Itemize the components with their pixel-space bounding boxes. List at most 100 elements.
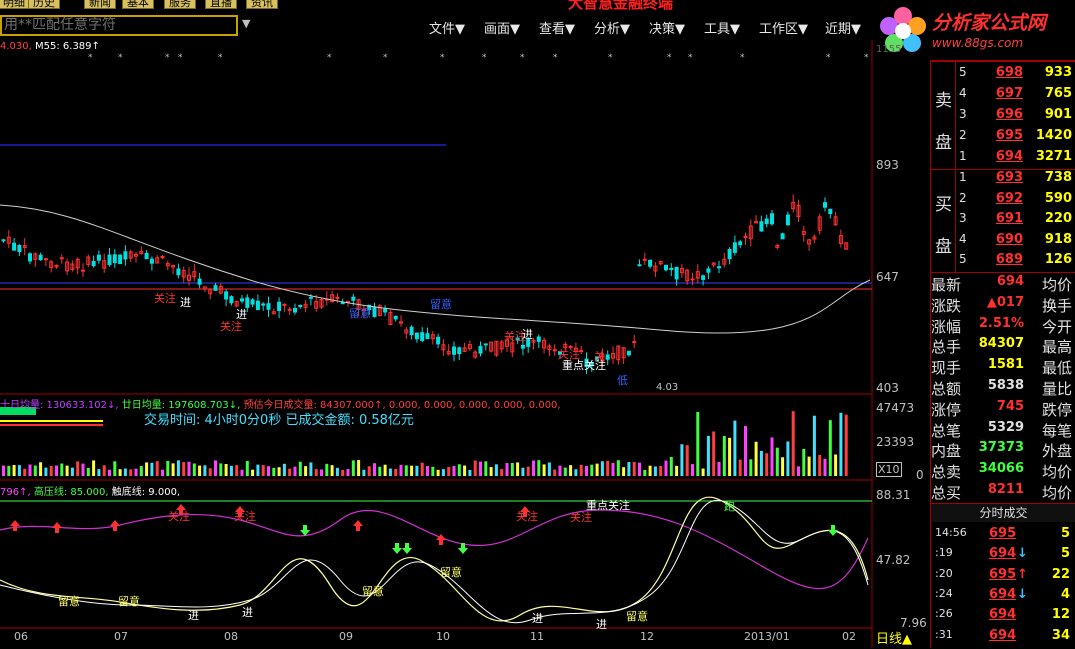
volume-bar xyxy=(420,462,424,476)
menu-item-3[interactable]: 分析▼ xyxy=(594,18,630,37)
toolbar-button-3[interactable]: 基本 xyxy=(122,0,154,9)
candle-body xyxy=(393,315,398,320)
stat-right-label: 外盘 xyxy=(1041,442,1072,461)
tick-price: 694 xyxy=(989,546,1017,562)
indicator-value: 796↑, xyxy=(0,487,31,498)
volume-multiplier: X10 xyxy=(876,462,902,477)
order-book-sell-row[interactable]: 3 696 901 xyxy=(931,107,1075,128)
indicator-low-line: 触底线: 9.000, xyxy=(111,487,181,498)
buy-level: 4 xyxy=(959,231,967,246)
toolbar-button-1[interactable]: 历史 xyxy=(28,0,60,9)
menu-item-2[interactable]: 查看▼ xyxy=(539,18,575,37)
menu-item-4[interactable]: 决策▼ xyxy=(649,18,685,37)
candle-body xyxy=(28,253,32,262)
candle-body xyxy=(727,249,732,260)
kline-chart-area[interactable]: * * * * * * * * * * * * * * * * * xyxy=(0,40,930,648)
volume-bar xyxy=(304,466,308,476)
logo-text: 分析家公式网 xyxy=(932,12,1047,34)
indicator-signal: 留意 xyxy=(362,585,384,598)
volume-bar xyxy=(341,469,345,476)
tick-row[interactable]: 14:56 695 5 xyxy=(931,526,1075,547)
stat-right-label: 跌停 xyxy=(1041,400,1072,419)
candle-body xyxy=(664,264,668,271)
volume-bar xyxy=(463,465,467,476)
candle-body xyxy=(197,278,202,285)
signal-label: 进 xyxy=(522,328,533,341)
toolbar-button-5[interactable]: 直播 xyxy=(205,0,237,9)
stat-value: 2.51% xyxy=(978,315,1024,331)
volume-bar xyxy=(537,460,541,476)
order-book-sell-row[interactable]: 1 694 3271 xyxy=(931,149,1075,170)
menu-item-7[interactable]: 近期▼ xyxy=(825,18,861,37)
volume-bar xyxy=(680,444,684,476)
candle-body xyxy=(383,308,388,313)
search-dropdown-arrow-icon[interactable]: ▼ xyxy=(242,17,250,30)
tick-row[interactable]: :31 694 34 xyxy=(931,628,1075,649)
price-axis-label-top: 1155 xyxy=(876,44,902,55)
volume-bar xyxy=(749,459,753,476)
indicator-signal: 留意 xyxy=(626,610,648,623)
candle-body xyxy=(780,233,785,240)
tick-row[interactable]: :24 694 ↓ 4 xyxy=(931,587,1075,608)
price-axis-label-893: 893 xyxy=(876,158,899,172)
volume-bar xyxy=(775,447,779,476)
volume-bar xyxy=(685,445,689,476)
order-book-sell-row[interactable]: 4 697 765 xyxy=(931,86,1075,107)
sell-level: 3 xyxy=(959,107,967,121)
volume-bar xyxy=(97,469,101,476)
menu-item-6[interactable]: 工作区▼ xyxy=(759,18,808,37)
sell-level: 1 xyxy=(959,149,967,163)
toolbar-button-2[interactable]: 新闻 xyxy=(84,0,116,9)
menu-item-5[interactable]: 工具▼ xyxy=(704,18,740,37)
ticks-header[interactable]: 分时成交 xyxy=(931,503,1075,522)
volume-bar xyxy=(240,469,244,476)
tick-row[interactable]: :19 694 ↓ 5 xyxy=(931,546,1075,567)
volume-ma10: 十日均量: 130633.102↓, xyxy=(0,400,119,411)
tick-arrow: ↓ xyxy=(1017,586,1028,602)
toolbar-button-4[interactable]: 服务 xyxy=(164,0,196,9)
menu-item-0[interactable]: 文件▼ xyxy=(429,18,465,37)
volume-bar xyxy=(547,462,551,476)
period-selector[interactable]: 日线▲ xyxy=(876,628,912,647)
ma55-line xyxy=(0,204,871,334)
main-header-value-1: 4.030, xyxy=(0,41,32,52)
candle-body xyxy=(732,242,737,253)
toolbar-button-6[interactable]: 资讯 xyxy=(246,0,278,9)
stat-label: 内盘 xyxy=(931,442,962,461)
order-book-sell-row[interactable]: 5 698 933 xyxy=(931,65,1075,86)
search-input[interactable]: 用**匹配任意字符 xyxy=(0,15,238,36)
volume-bar xyxy=(791,411,795,476)
date-axis-label: 07 xyxy=(114,630,128,643)
volume-bar xyxy=(812,415,816,476)
volume-bar xyxy=(224,464,228,476)
tick-price: 695 xyxy=(989,566,1017,582)
logo-url[interactable]: www.88gs.com xyxy=(932,36,1023,50)
volume-bar xyxy=(2,465,5,476)
order-book-buy-row[interactable]: 5 689 126 xyxy=(931,252,1075,273)
star-marker: * xyxy=(688,53,693,63)
quote-stat-row: 现手 1581 最低 xyxy=(931,357,1075,378)
order-book-sell-row[interactable]: 2 695 1420 xyxy=(931,128,1075,149)
order-book-buy-row[interactable]: 4 690 918 xyxy=(931,232,1075,253)
up-arrow-icon xyxy=(353,520,363,531)
sell-price: 697 xyxy=(995,86,1023,101)
toolbar-button-0[interactable]: 明细 xyxy=(0,0,30,9)
volume-bar xyxy=(653,466,657,476)
volume-bar xyxy=(765,453,769,476)
order-book-buy-row[interactable]: 3 691 220 xyxy=(931,211,1075,232)
volume-bar xyxy=(431,466,435,476)
volume-bar xyxy=(39,462,43,476)
indicator-high-line: 高压线: 85.000, xyxy=(33,487,109,498)
volume-bar xyxy=(452,465,456,476)
order-book-buy-row[interactable]: 2 692 590 xyxy=(931,191,1075,212)
candle-body xyxy=(176,268,181,276)
signal-label: 留意 xyxy=(430,298,452,311)
sell-price: 696 xyxy=(995,107,1023,122)
order-book-buy-row[interactable]: 1 693 738 xyxy=(931,170,1075,191)
tick-row[interactable]: :20 695 ↑ 22 xyxy=(931,567,1075,588)
volume-bar xyxy=(198,465,202,476)
menu-item-1[interactable]: 画面▼ xyxy=(484,18,520,37)
star-marker: * xyxy=(608,53,613,63)
candle-body xyxy=(224,291,229,300)
tick-row[interactable]: :26 694 12 xyxy=(931,607,1075,628)
